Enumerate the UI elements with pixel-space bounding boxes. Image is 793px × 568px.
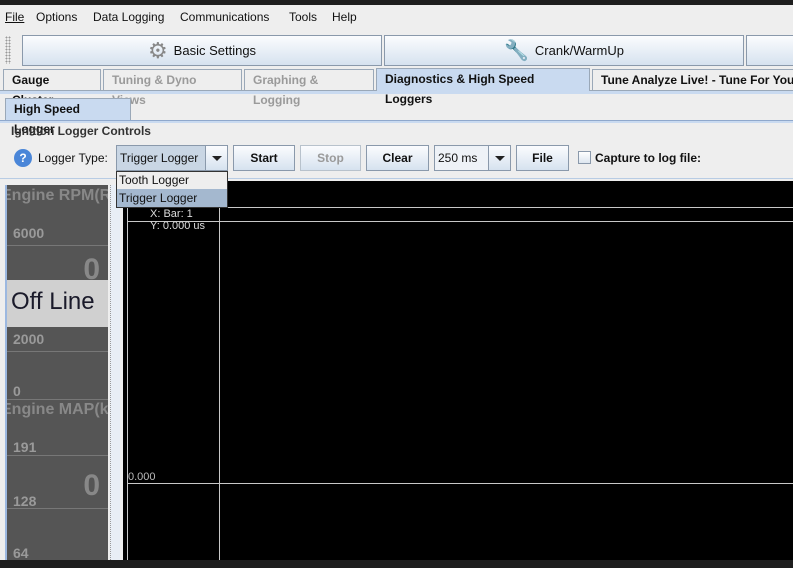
start-button[interactable]: Start (233, 145, 295, 171)
chart-axis (127, 193, 128, 560)
menu-tools[interactable]: Tools (289, 5, 317, 29)
logger-type-select[interactable]: Trigger Logger (116, 145, 228, 171)
subtab-high-speed-logger[interactable]: High Speed Logger (5, 98, 131, 136)
y-readout: Y: 0.000 us (150, 220, 206, 232)
tab-tune-analyze[interactable]: Tune Analyze Live! - Tune For You (592, 69, 793, 90)
capture-checkbox[interactable] (578, 151, 591, 164)
y-axis-label: 0.000 (128, 471, 156, 483)
offline-status: Off Line (11, 288, 95, 315)
logger-type-label: Logger Type: (38, 151, 108, 165)
rpm-tick: 0 (13, 383, 21, 399)
map-tick: 64 (13, 545, 29, 560)
splitter-handle[interactable] (110, 185, 120, 560)
chevron-down-icon[interactable] (205, 146, 227, 170)
subtab-base (0, 120, 793, 123)
cursor-line (219, 193, 220, 560)
rpm-tick: 2000 (13, 331, 45, 347)
group-title: Ignition Logger Controls (11, 124, 151, 138)
basic-settings-button[interactable]: ⚙ Basic Settings (22, 35, 382, 66)
chevron-down-icon[interactable] (488, 146, 510, 170)
option-tooth-logger[interactable]: Tooth Logger (117, 172, 227, 189)
clear-button[interactable]: Clear (366, 145, 429, 171)
tab-diagnostics[interactable]: Diagnostics & High Speed Loggers (376, 68, 590, 106)
menu-options[interactable]: Options (36, 5, 77, 29)
menu-data-logging[interactable]: Data Logging (93, 5, 164, 29)
file-button[interactable]: File (516, 145, 569, 171)
interval-select[interactable]: 250 ms (434, 145, 511, 171)
tab-gauge-cluster[interactable]: Gauge Cluster (3, 69, 101, 107)
offline-banner: Off Line (7, 280, 108, 327)
map-tick: 191 (13, 439, 37, 455)
wrench-icon: 🔧 (504, 40, 529, 62)
tab-graphing-logging[interactable]: Graphing & Logging (244, 69, 374, 107)
logger-chart[interactable]: X: Bar: 1 Y: 0.000 us 0.000 (123, 181, 793, 560)
logger-type-value: Trigger Logger (120, 151, 199, 165)
tab-tuning-dyno[interactable]: Tuning & Dyno Views (103, 69, 242, 107)
map-tick: 128 (13, 493, 37, 509)
interval-value: 250 ms (438, 151, 478, 165)
map-value: 0 (83, 469, 100, 502)
rpm-tick: 6000 (13, 225, 45, 241)
menu-help[interactable]: Help (332, 5, 357, 29)
capture-label: Capture to log file: (595, 151, 701, 165)
basic-settings-label: Basic Settings (173, 43, 257, 58)
zero-line (127, 483, 793, 484)
x-readout: X: Bar: 1 (150, 208, 193, 220)
menu-file[interactable]: File (5, 5, 24, 29)
rpm-gauge-title: Engine RPM(RPM) (5, 187, 108, 204)
crank-warmup-label: Crank/WarmUp (534, 43, 624, 58)
gear-icon: ⚙ (147, 37, 168, 63)
map-gauge-title: Engine MAP(kPa) (5, 401, 108, 418)
help-icon[interactable]: ? (14, 149, 32, 167)
toolbar-button-next[interactable] (746, 35, 793, 66)
gauge-panel: Engine RPM(RPM) 6000 0 Off Line 2000 0 E… (5, 185, 108, 560)
logger-type-dropdown: Tooth Logger Trigger Logger (116, 171, 228, 208)
option-trigger-logger[interactable]: Trigger Logger (117, 189, 227, 207)
stop-button[interactable]: Stop (300, 145, 361, 171)
crank-warmup-button[interactable]: 🔧 Crank/WarmUp (384, 35, 744, 66)
menu-communications[interactable]: Communications (180, 5, 269, 29)
grid-line (127, 221, 793, 222)
toolbar-grip[interactable] (5, 36, 11, 64)
